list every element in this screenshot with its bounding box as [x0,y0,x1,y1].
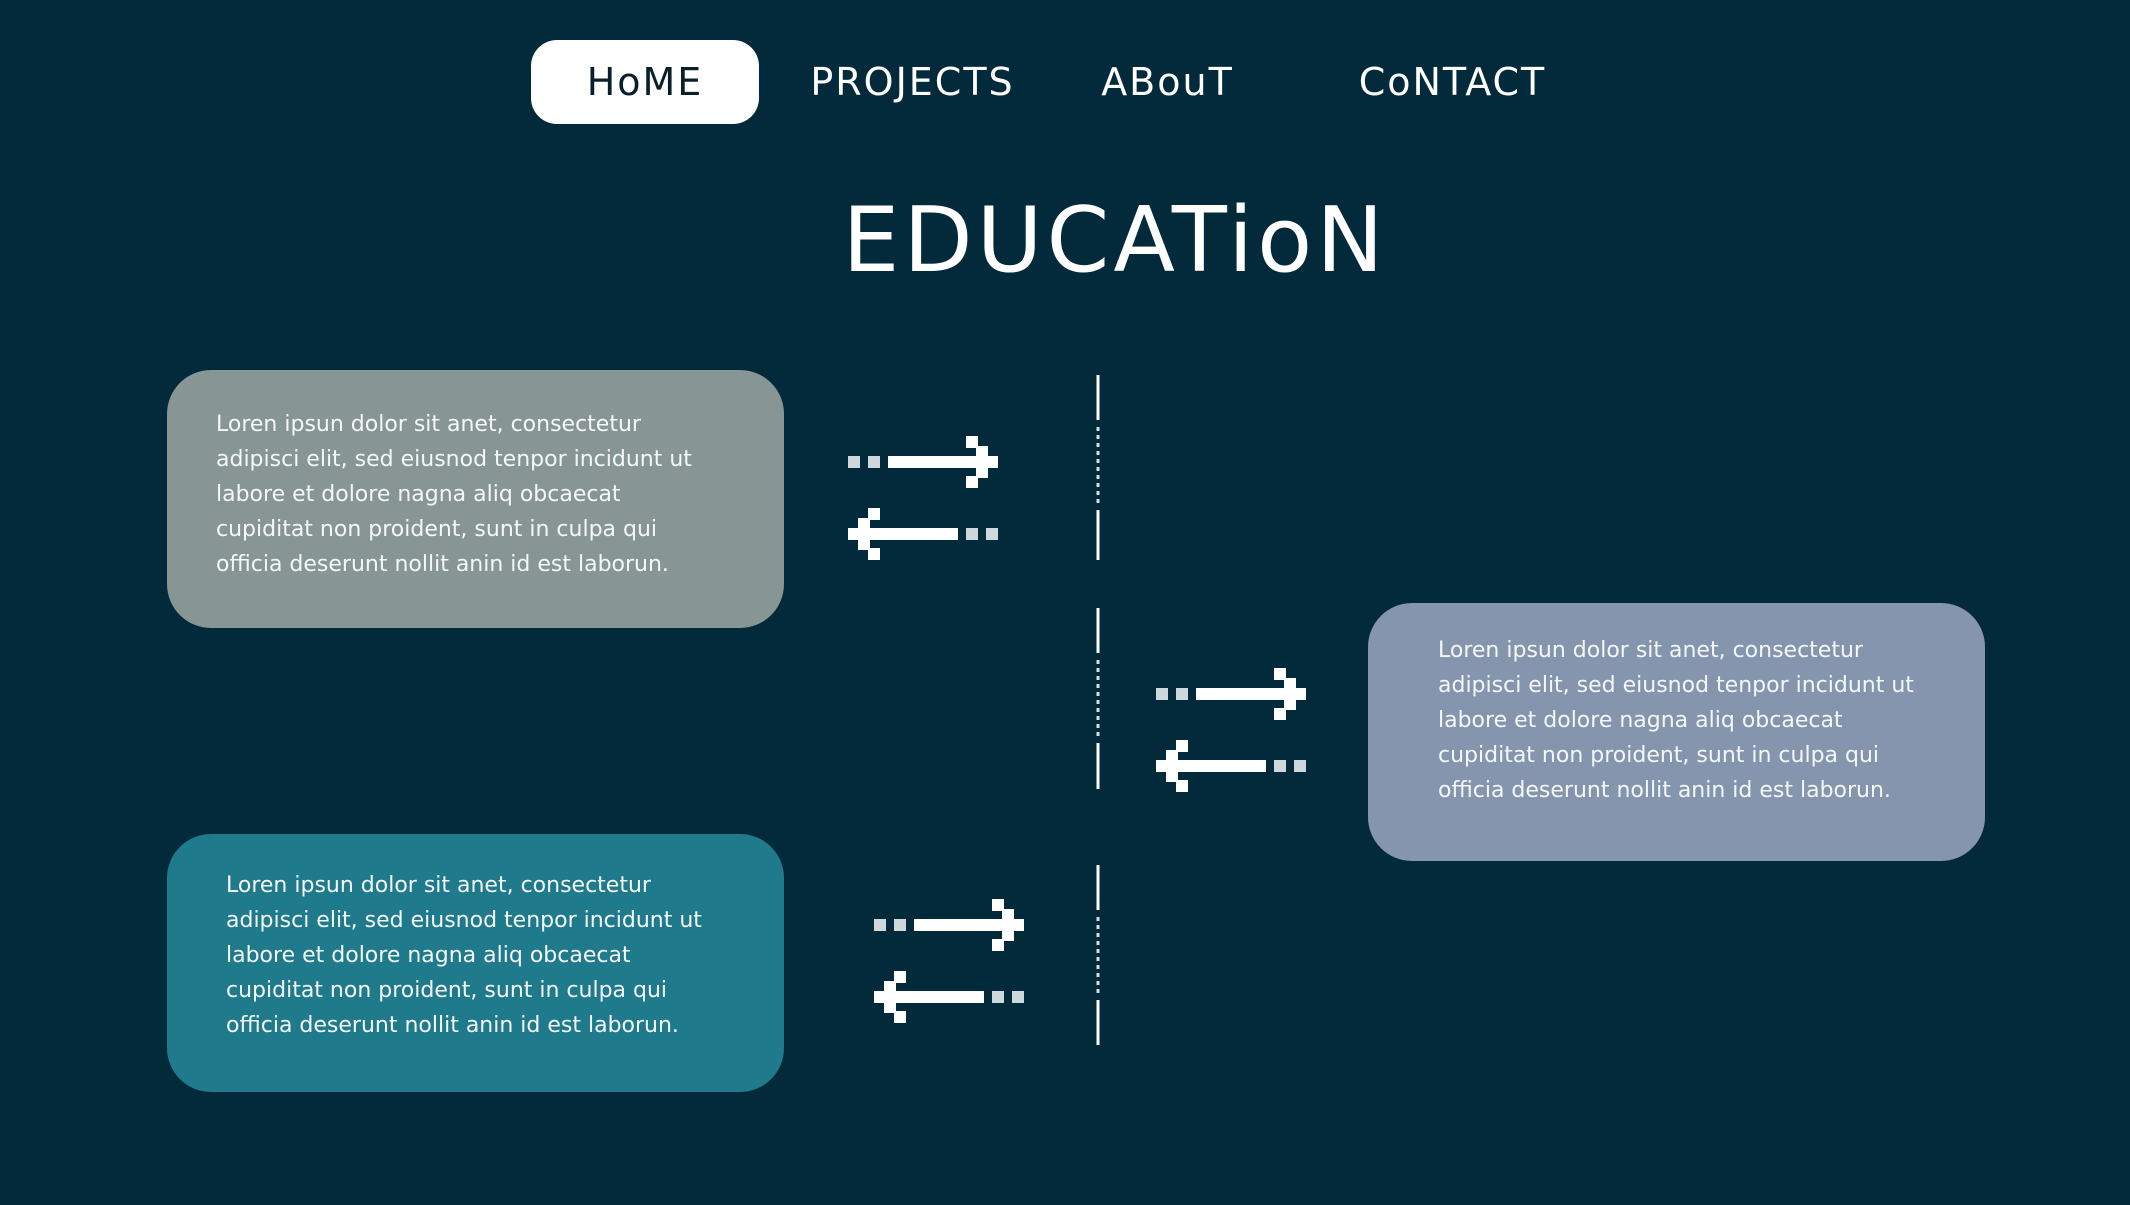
education-card: Loren ipsun dolor sit anet, consectetur … [1368,603,1985,861]
education-card-text: Loren ipsun dolor sit anet, consectetur … [226,873,702,1038]
exchange-arrows-icon [848,436,998,560]
nav-contact-link[interactable]: CoNTACT [1345,40,1560,124]
education-card: Loren ipsun dolor sit anet, consectetur … [167,834,784,1092]
education-card: Loren ipsun dolor sit anet, consectetur … [167,370,784,628]
exchange-arrows-icon [1156,668,1306,792]
timeline-line [1096,375,1100,1045]
education-card-text: Loren ipsun dolor sit anet, consectetur … [216,412,692,577]
exchange-arrows-icon [874,899,1024,1023]
education-card-text: Loren ipsun dolor sit anet, consectetur … [1438,638,1914,803]
page-title: EDUCATioN [842,188,1388,293]
nav-home-button[interactable]: HoME [531,40,759,124]
nav-about-link[interactable]: ABouT [1080,40,1255,124]
nav-projects-link[interactable]: PROJECTS [800,40,1025,124]
